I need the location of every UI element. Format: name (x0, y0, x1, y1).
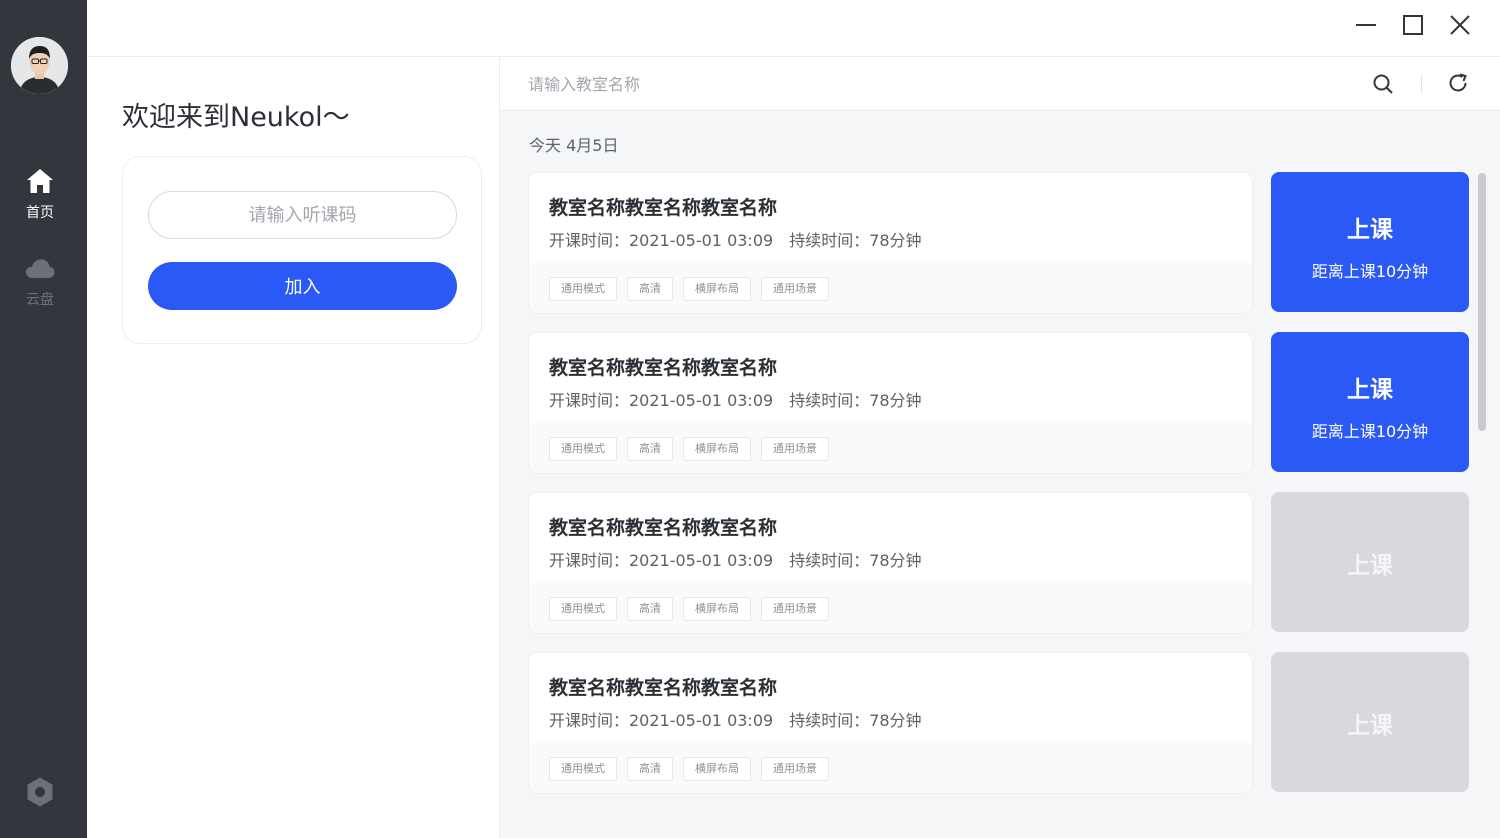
join-button[interactable]: 加入 (148, 262, 457, 310)
search-icon (1373, 74, 1393, 94)
classroom-meta: 开课时间：2021-05-01 03:09 持续时间：78分钟 (549, 227, 922, 251)
join-card: 加入 (122, 156, 482, 344)
minimize-button[interactable] (1353, 12, 1379, 38)
maximize-icon (1403, 15, 1423, 35)
tag: 通用模式 (549, 437, 617, 461)
tag: 通用场景 (761, 277, 829, 301)
classroom-card[interactable]: 教室名称教室名称教室名称 开课时间：2021-05-01 03:09 持续时间：7… (528, 652, 1253, 794)
home-icon (27, 169, 53, 193)
minimize-icon (1356, 24, 1376, 26)
close-button[interactable] (1447, 12, 1473, 38)
classroom-card[interactable]: 教室名称教室名称教室名称 开课时间：2021-05-01 03:09 持续时间：7… (528, 332, 1253, 474)
tag: 通用场景 (761, 597, 829, 621)
start-class-label: 上课 (1347, 713, 1393, 739)
tag: 横屏布局 (683, 437, 751, 461)
card-tags-row: 通用模式 高清 横屏布局 通用场景 (529, 743, 1252, 793)
tag: 通用场景 (761, 757, 829, 781)
tag: 高清 (627, 757, 673, 781)
card-tags-row: 通用模式 高清 横屏布局 通用场景 (529, 423, 1252, 473)
avatar-image (11, 37, 68, 94)
start-time: 开课时间：2021-05-01 03:09 (549, 551, 774, 570)
cloud-icon (26, 259, 55, 278)
classroom-search-input[interactable] (528, 69, 1328, 99)
tag: 高清 (627, 277, 673, 301)
settings-icon (27, 777, 53, 807)
start-class-label: 上课 (1347, 217, 1393, 243)
tag: 通用模式 (549, 757, 617, 781)
start-class-button[interactable]: 上课 距离上课10分钟 (1271, 172, 1469, 312)
class-code-input[interactable] (148, 191, 457, 239)
close-icon (1450, 15, 1470, 35)
card-header: 教室名称教室名称教室名称 开课时间：2021-05-01 03:09 持续时间：7… (529, 173, 1252, 263)
classroom-meta: 开课时间：2021-05-01 03:09 持续时间：78分钟 (549, 707, 922, 731)
tag: 通用场景 (761, 437, 829, 461)
nav-cloud[interactable]: 云盘 (0, 256, 80, 309)
refresh-icon (1449, 73, 1467, 92)
classroom-name: 教室名称教室名称教室名称 (549, 197, 778, 219)
search-button[interactable] (1372, 73, 1394, 95)
settings-button[interactable] (24, 776, 56, 808)
duration: 持续时间：78分钟 (789, 391, 922, 410)
tag: 横屏布局 (683, 597, 751, 621)
join-panel: 欢迎来到Neukol～ 加入 (87, 57, 500, 838)
maximize-button[interactable] (1400, 12, 1426, 38)
classroom-name: 教室名称教室名称教室名称 (549, 517, 778, 539)
start-class-button-disabled[interactable]: 上课 (1271, 492, 1469, 632)
start-class-label: 上课 (1347, 553, 1393, 579)
card-header: 教室名称教室名称教室名称 开课时间：2021-05-01 03:09 持续时间：7… (529, 493, 1252, 583)
start-time: 开课时间：2021-05-01 03:09 (549, 231, 774, 250)
classroom-card[interactable]: 教室名称教室名称教室名称 开课时间：2021-05-01 03:09 持续时间：7… (528, 492, 1253, 634)
card-header: 教室名称教室名称教室名称 开课时间：2021-05-01 03:09 持续时间：7… (529, 653, 1252, 743)
refresh-button[interactable] (1447, 72, 1469, 94)
start-class-button[interactable]: 上课 距离上课10分钟 (1271, 332, 1469, 472)
classroom-panel: 今天 4月5日 教室名称教室名称教室名称 开课时间：2021-05-01 03:… (500, 57, 1500, 838)
card-header: 教室名称教室名称教室名称 开课时间：2021-05-01 03:09 持续时间：7… (529, 333, 1252, 423)
classroom-card[interactable]: 教室名称教室名称教室名称 开课时间：2021-05-01 03:09 持续时间：7… (528, 172, 1253, 314)
start-class-button-disabled[interactable]: 上课 (1271, 652, 1469, 792)
toolbar-divider (1421, 75, 1422, 93)
title-bar (87, 0, 1500, 57)
date-heading: 今天 4月5日 (529, 136, 619, 155)
duration: 持续时间：78分钟 (789, 231, 922, 250)
tag: 高清 (627, 597, 673, 621)
tag: 通用模式 (549, 277, 617, 301)
start-class-label: 上课 (1347, 377, 1393, 403)
user-avatar[interactable] (11, 37, 68, 94)
nav-home[interactable]: 首页 (0, 167, 80, 222)
welcome-title: 欢迎来到Neukol～ (122, 102, 350, 133)
sidebar: 首页 云盘 (0, 0, 87, 838)
tag: 通用模式 (549, 597, 617, 621)
search-bar (500, 57, 1500, 111)
card-tags-row: 通用模式 高清 横屏布局 通用场景 (529, 263, 1252, 313)
classroom-meta: 开课时间：2021-05-01 03:09 持续时间：78分钟 (549, 387, 922, 411)
classroom-name: 教室名称教室名称教室名称 (549, 357, 778, 379)
tag: 高清 (627, 437, 673, 461)
nav-cloud-label: 云盘 (26, 292, 54, 308)
duration: 持续时间：78分钟 (789, 711, 922, 730)
duration: 持续时间：78分钟 (789, 551, 922, 570)
countdown-label: 距离上课10分钟 (1311, 262, 1429, 281)
classroom-name: 教室名称教室名称教室名称 (549, 677, 778, 699)
card-tags-row: 通用模式 高清 横屏布局 通用场景 (529, 583, 1252, 633)
classroom-meta: 开课时间：2021-05-01 03:09 持续时间：78分钟 (549, 547, 922, 571)
tag: 横屏布局 (683, 757, 751, 781)
tag: 横屏布局 (683, 277, 751, 301)
nav-home-label: 首页 (26, 205, 54, 221)
start-time: 开课时间：2021-05-01 03:09 (549, 391, 774, 410)
scrollbar[interactable] (1478, 173, 1486, 431)
countdown-label: 距离上课10分钟 (1311, 422, 1429, 441)
start-time: 开课时间：2021-05-01 03:09 (549, 711, 774, 730)
